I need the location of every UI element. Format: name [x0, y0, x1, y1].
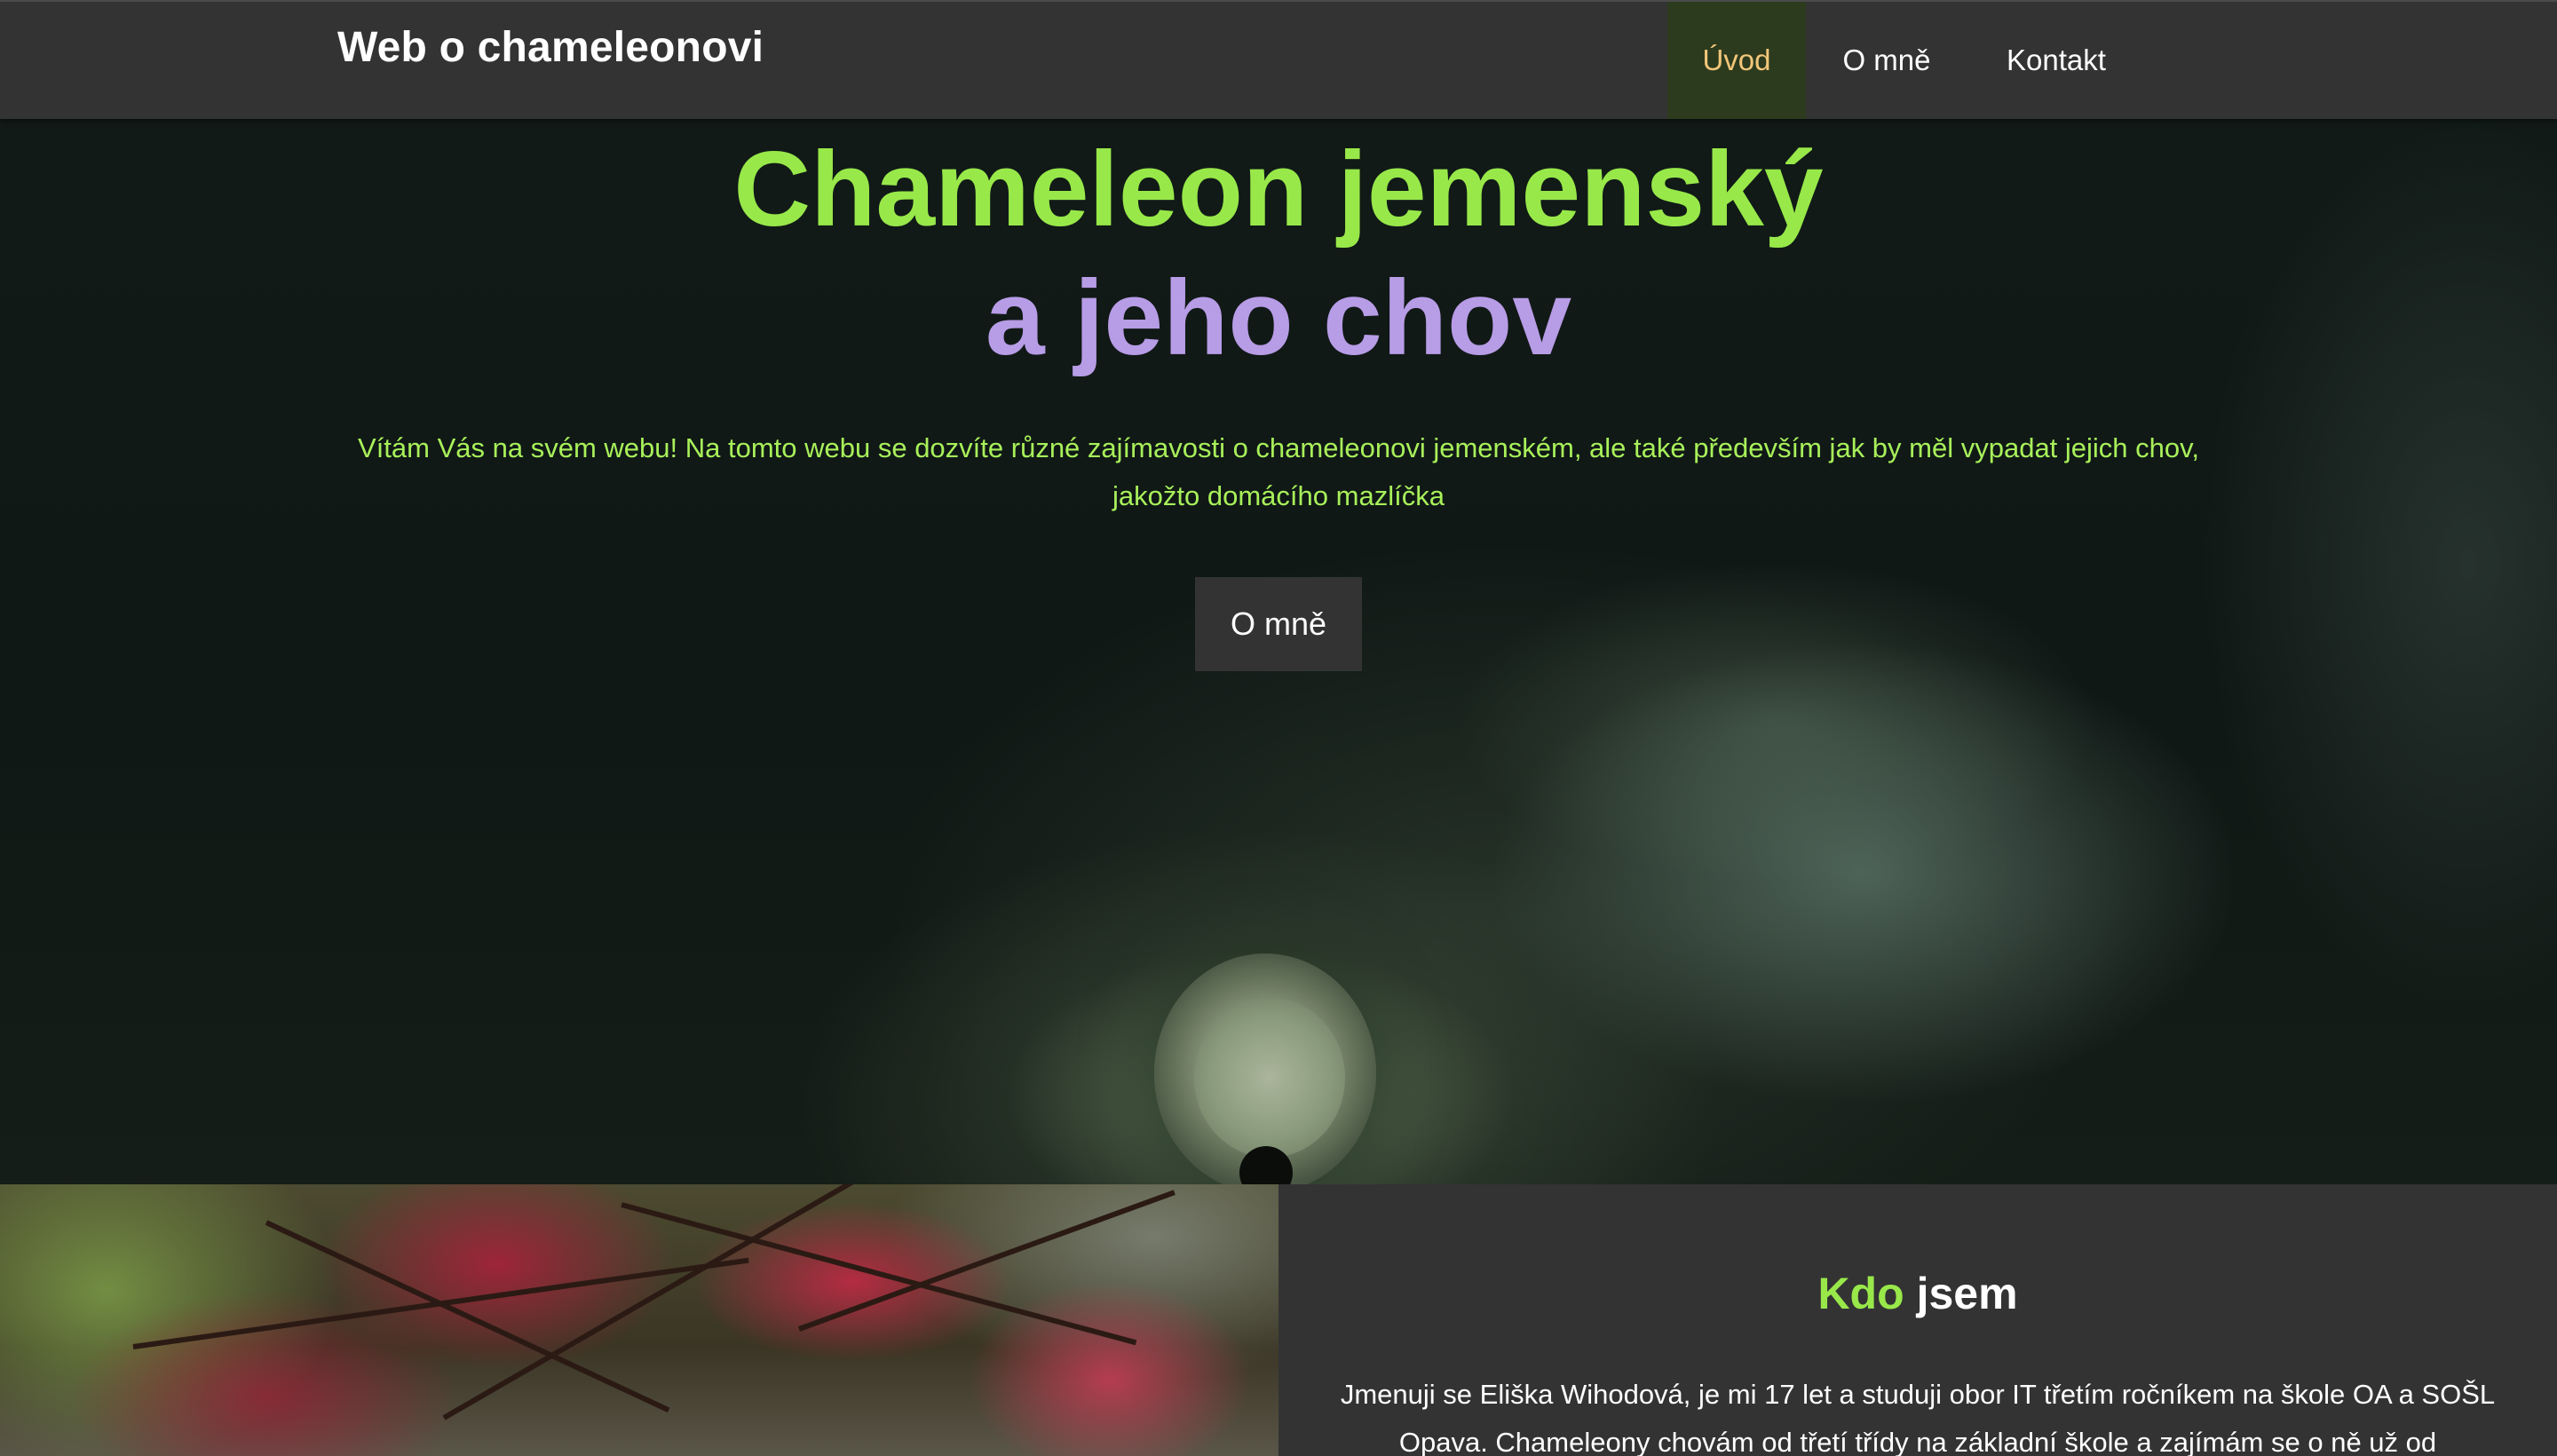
about-text: Jmenuji se Eliška Wihodová, je mi 17 let…: [1340, 1379, 2496, 1456]
hero-section: Chameleon jemenský a jeho chov Vítám Vás…: [0, 119, 2557, 1184]
about-me-button[interactable]: O mně: [1195, 577, 1362, 671]
nav-item-o-mne[interactable]: O mně: [1806, 2, 1967, 119]
nav-item-uvod[interactable]: Úvod: [1667, 2, 1806, 119]
photo-branch: [132, 1257, 749, 1349]
about-title: Kdo jsem: [1278, 1268, 2557, 1319]
photo-branch: [797, 1190, 1176, 1332]
nav-item-kontakt[interactable]: Kontakt: [1967, 2, 2145, 119]
navbar: Web o chameleonovi Úvod O mně Kontakt: [0, 0, 2557, 119]
about-title-green: Kdo: [1817, 1269, 1904, 1318]
site-brand[interactable]: Web o chameleonovi: [337, 23, 764, 72]
chameleon-eye-iris: [1194, 998, 1345, 1158]
hero-intro-text: Vítám Vás na svém webu! Na tomto webu se…: [358, 432, 2199, 511]
about-title-white: jsem: [1916, 1269, 2018, 1318]
about-section: Kdo jsem Jmenuji se Eliška Wihodová, je …: [1278, 1184, 2557, 1456]
hero-title-line2: a jeho chov: [985, 258, 1572, 377]
author-photo: [0, 1184, 1278, 1456]
hero-title-line1: Chameleon jemenský: [733, 130, 1824, 249]
